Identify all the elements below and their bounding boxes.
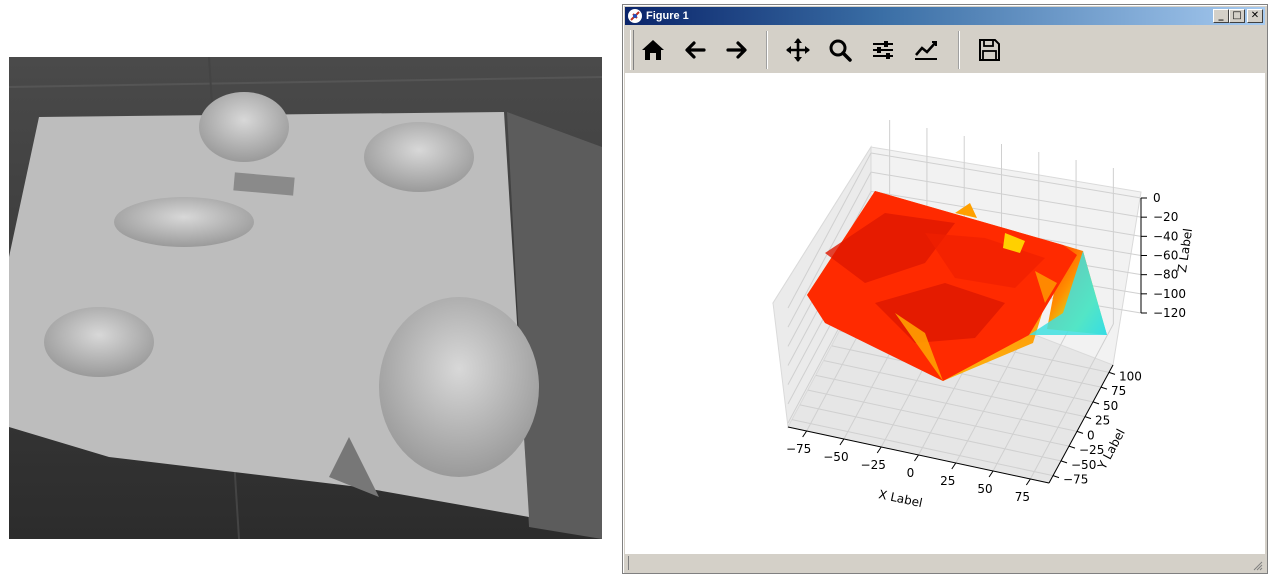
home-button[interactable]: [637, 34, 669, 66]
y-tick-label: 0: [1087, 428, 1095, 442]
x-tick: [839, 438, 845, 446]
x-tick: [1025, 478, 1031, 486]
magnifier-icon: [829, 39, 852, 62]
x-tick: [914, 454, 919, 462]
status-bar: [625, 554, 1265, 573]
floppy-disk-icon: [979, 39, 1000, 61]
x-tick-label: 50: [977, 482, 992, 496]
x-tick-label: −25: [861, 458, 886, 472]
maximize-button[interactable]: □: [1229, 9, 1245, 23]
x-tick-label: 0: [907, 466, 915, 480]
z-tick-label: −40: [1153, 229, 1178, 243]
x-tick: [951, 462, 957, 470]
back-button[interactable]: [679, 34, 711, 66]
pan-button[interactable]: [782, 34, 814, 66]
clay-terrain-photo: [9, 57, 602, 539]
x-tick-label: 75: [1015, 490, 1030, 504]
x-tick: [876, 446, 882, 454]
figure-canvas[interactable]: −75 −50 −25 0 25 50 75 −75 −50 −25 0 25 50 75 100 0 −20−…: [625, 73, 1265, 554]
figure-window: Figure 1 _ □ ✕ −75 −50 −25 0 25 50 75 −7…: [622, 4, 1268, 574]
z-tick-label: −60: [1153, 249, 1178, 263]
arrow-left-icon: [685, 41, 706, 59]
configure-subplots-button[interactable]: [867, 34, 899, 66]
sliders-icon: [873, 41, 893, 59]
edit-axis-button[interactable]: [910, 34, 942, 66]
status-message: [628, 556, 631, 570]
y-tick-label: 50: [1103, 399, 1118, 413]
z-tick-label: −120: [1153, 306, 1186, 320]
z-tick-label: −100: [1153, 287, 1186, 301]
y-tick: [1076, 430, 1084, 434]
line-chart-icon: [915, 41, 937, 60]
z-tick-label: 0: [1153, 191, 1161, 205]
y-tick-label: 25: [1095, 414, 1110, 428]
y-tick: [1084, 416, 1092, 420]
y-tick: [1108, 371, 1116, 375]
toolbar-grip[interactable]: [630, 30, 634, 70]
toolbar-separator: [958, 31, 960, 69]
y-tick: [1060, 460, 1068, 464]
x-tick-label: −50: [823, 450, 848, 464]
x-tick: [802, 430, 808, 438]
navigation-toolbar: [625, 27, 1265, 73]
save-button[interactable]: [973, 34, 1005, 66]
resize-grip-icon[interactable]: [1251, 559, 1263, 571]
y-tick-label: 100: [1119, 369, 1142, 383]
x-tick: [988, 470, 994, 478]
move-icon: [786, 38, 810, 62]
zoom-button[interactable]: [824, 34, 856, 66]
y-tick-label: −75: [1063, 473, 1088, 487]
title-bar[interactable]: Figure 1 _ □ ✕: [625, 7, 1265, 25]
x-axis-label: X Label: [877, 487, 923, 510]
y-tick: [1092, 401, 1100, 405]
arrow-right-icon: [726, 41, 747, 59]
surface-3d-plot[interactable]: −75−50−250255075−75−50−2502550751000−20−…: [625, 73, 1265, 554]
feather-icon: [628, 9, 642, 23]
y-tick: [1052, 475, 1060, 479]
z-tick-label: −20: [1153, 210, 1178, 224]
forward-button[interactable]: [721, 34, 753, 66]
home-icon: [642, 40, 664, 60]
y-tick: [1100, 386, 1108, 390]
y-tick-label: 75: [1111, 384, 1126, 398]
y-tick-label: −50: [1071, 458, 1096, 472]
toolbar-separator: [766, 31, 768, 69]
x-tick-label: 25: [940, 474, 955, 488]
y-tick: [1068, 445, 1076, 449]
window-title: Figure 1: [646, 10, 689, 22]
minimize-button[interactable]: _: [1213, 9, 1229, 23]
close-button[interactable]: ✕: [1247, 9, 1263, 23]
x-tick-label: −75: [786, 442, 811, 456]
